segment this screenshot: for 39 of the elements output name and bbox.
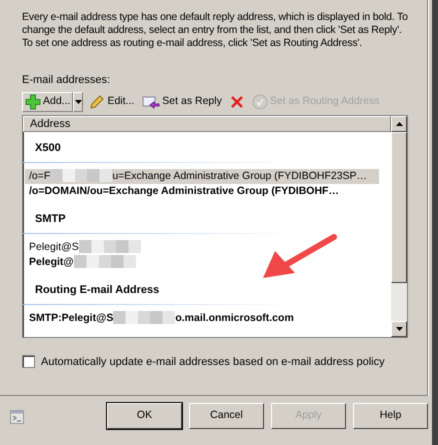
address-text: SMTP:Pelegit@S xyxy=(29,312,114,324)
address-text: u=Exchange Administrative Group (FYDIBOHF23SP… xyxy=(112,170,368,182)
delete-icon xyxy=(230,94,244,108)
address-row[interactable]: /o=F u=Exchange Administrative Group (FYDIBOHF23SP… xyxy=(25,168,379,184)
checkbox[interactable] xyxy=(22,355,35,368)
address-text: Pelegit@S xyxy=(29,240,79,252)
edit-button[interactable]: Edit... xyxy=(87,92,136,112)
scroll-up-button[interactable] xyxy=(391,116,407,132)
scroll-down-button[interactable] xyxy=(391,320,407,336)
address-row[interactable]: Pelegit@ xyxy=(25,254,379,270)
dropdown-button[interactable] xyxy=(73,92,84,112)
group-header: X500 xyxy=(23,132,391,162)
caret-icon xyxy=(396,122,402,126)
address-row[interactable]: SMTP:Pelegit@S o.mail.onmicrosoft.com xyxy=(25,310,379,326)
address-row[interactable]: /o=DOMAIN/ou=Exchange Administrative Group (FYDIBOHF… xyxy=(25,184,379,198)
description-text: Every e-mail address type has one default reply address, which is displayed in bold. To change the default address, select an entry from the list, and then click 'Set as Reply'. To set one address as routing e-mail address, click 'Set as Routing Address'. xyxy=(22,11,408,50)
address-text: /o=DOMAIN/ou=Exchange Administrative Group (FYDIBOHF… xyxy=(29,184,339,196)
checkbox-label: Automatically update e-mail addresses based on e-mail address policy xyxy=(41,354,385,370)
check-circle-icon xyxy=(252,94,268,110)
plus-icon xyxy=(25,94,41,110)
group-header: SMTP xyxy=(23,202,391,234)
group-header: Routing E-mail Address xyxy=(23,274,391,304)
address-text: o.mail.onmicrosoft.com xyxy=(175,312,294,324)
dialog-button[interactable]: Cancel xyxy=(189,403,264,429)
pencil-icon xyxy=(89,94,106,110)
console-icon[interactable] xyxy=(10,410,24,424)
caret-icon xyxy=(74,100,82,104)
set-reply-button[interactable]: Set as Reply xyxy=(140,92,224,112)
add-button[interactable]: Add... xyxy=(22,92,74,112)
column-header[interactable]: Address xyxy=(23,116,391,132)
address-text: /o=F xyxy=(29,170,50,182)
address-row[interactable]: Pelegit@S xyxy=(25,240,379,254)
address-text: Pelegit@ xyxy=(29,256,74,268)
caret-icon xyxy=(396,326,402,330)
list-label: E-mail addresses: xyxy=(22,73,112,88)
dialog-button[interactable]: OK xyxy=(107,403,182,429)
scroll-thumb[interactable] xyxy=(391,132,407,282)
envelope-arrow-icon xyxy=(142,94,160,110)
dialog-button[interactable]: Help xyxy=(353,403,428,429)
